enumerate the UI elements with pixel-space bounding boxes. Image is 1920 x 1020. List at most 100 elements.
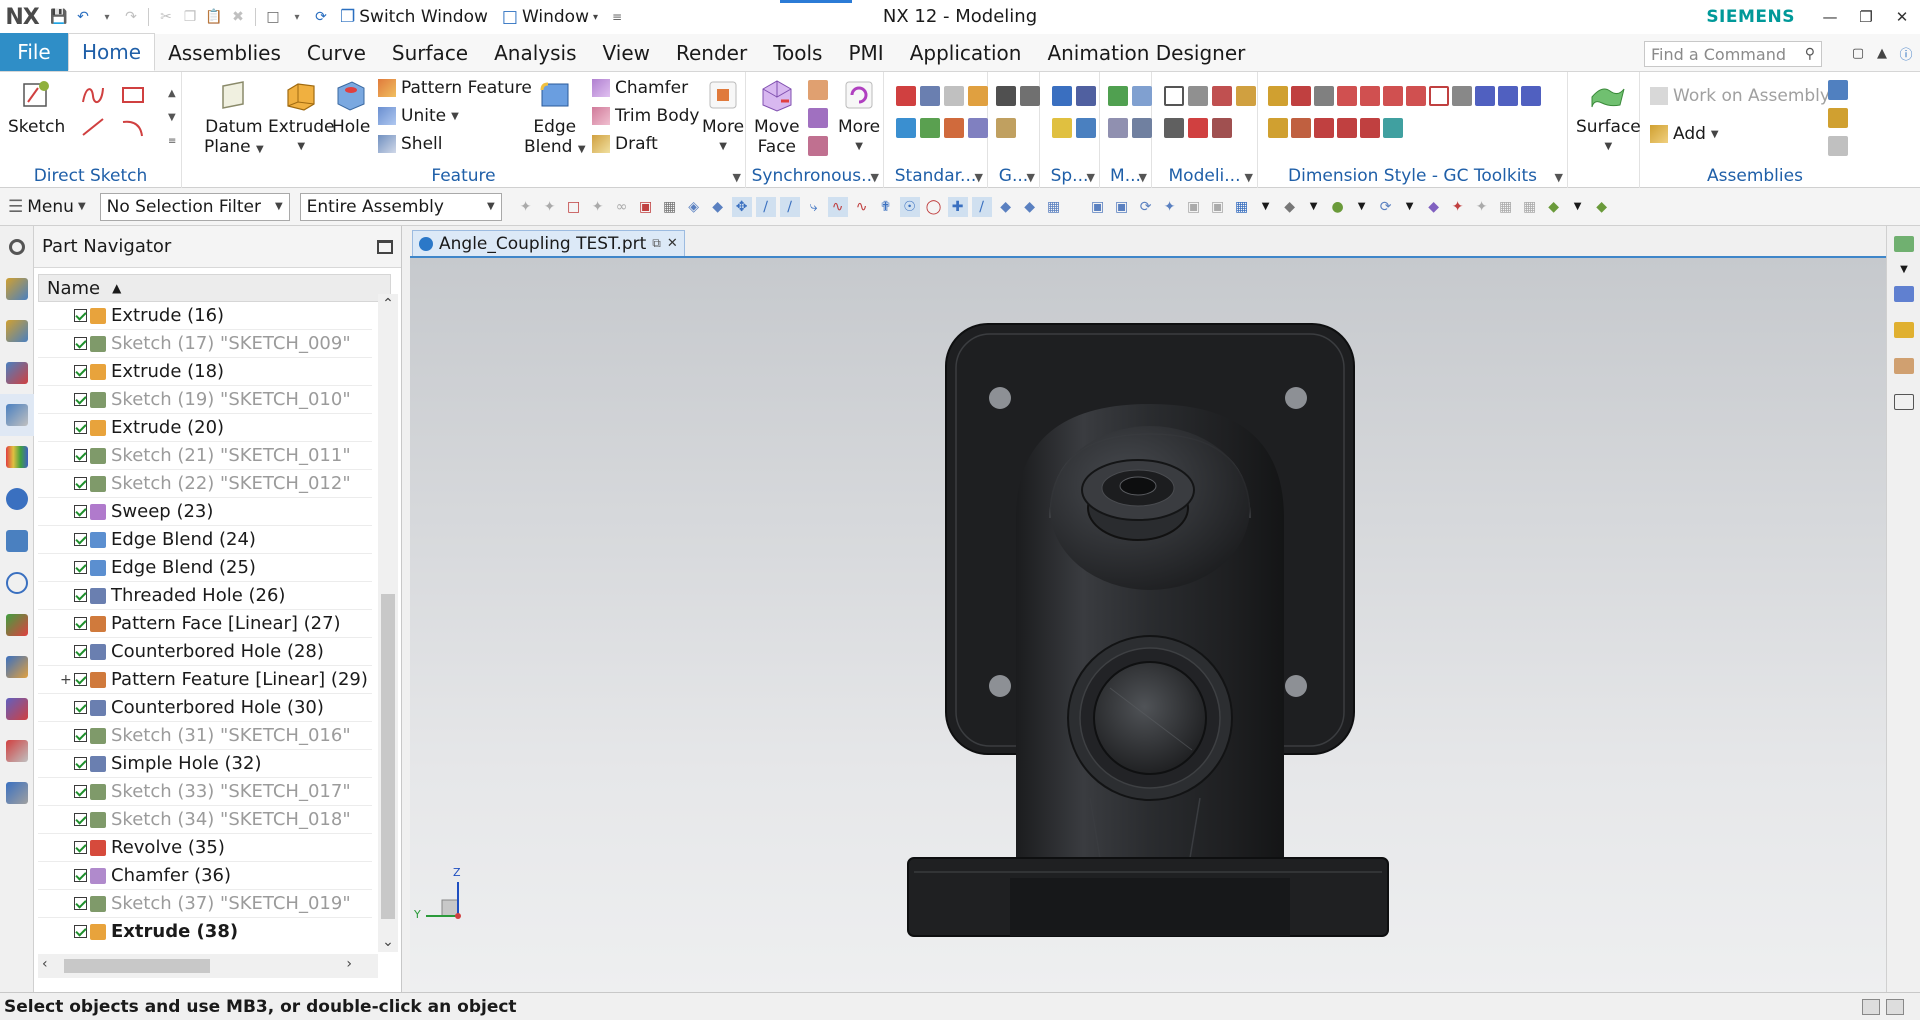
zoom-icon[interactable]: ▣	[1112, 197, 1132, 217]
modeling-tool-2-icon[interactable]	[1188, 86, 1208, 106]
select-lasso-icon[interactable]: ✦	[588, 197, 608, 217]
sp-tool-1-icon[interactable]	[1052, 86, 1072, 106]
view-shade-icon[interactable]	[1887, 312, 1920, 348]
snap-arc-center-icon[interactable]: ∿	[852, 197, 872, 217]
general-selection-icon[interactable]: ✦	[516, 197, 536, 217]
datum-plane-button[interactable]: Datum Plane ▼	[204, 76, 264, 160]
tab-tools[interactable]: Tools	[760, 35, 835, 71]
hd3d-tools-icon[interactable]	[0, 436, 34, 478]
vertical-scrollbar[interactable]: ⌃ ⌄	[378, 294, 398, 952]
dim-tool-2-icon[interactable]	[1291, 86, 1311, 106]
delete-face-icon[interactable]	[808, 80, 828, 100]
dim-tool-11-icon[interactable]	[1498, 86, 1518, 106]
tree-node[interactable]: Counterbored Hole (28)	[38, 638, 372, 666]
move-layer-icon[interactable]: ◆	[1592, 197, 1612, 217]
dim-tool-7-icon[interactable]	[1406, 86, 1426, 106]
snap-enable-icon[interactable]: ◈	[684, 197, 704, 217]
add-component-button[interactable]: Add ▼	[1650, 124, 1719, 144]
snap-center-icon[interactable]: ◯	[924, 197, 944, 217]
dim-tool-4-icon[interactable]	[1337, 86, 1357, 106]
group-dropdown-icon[interactable]: ▼	[1555, 171, 1563, 184]
assembly-tool-2-icon[interactable]	[1828, 108, 1848, 128]
part-navigator-icon[interactable]	[0, 352, 34, 394]
view-orient-icon[interactable]	[1887, 348, 1920, 384]
tab-file[interactable]: File	[0, 33, 68, 71]
draft-button[interactable]: Draft	[592, 134, 658, 154]
standard-tool-5-icon[interactable]	[896, 118, 916, 138]
snap-bounded-icon[interactable]: ▦	[1044, 197, 1064, 217]
snap-tangent-icon[interactable]: ✚	[947, 196, 968, 217]
chevron-down-icon[interactable]: ▼	[1304, 197, 1324, 217]
group-dropdown-icon[interactable]: ▼	[733, 171, 741, 184]
line-icon[interactable]	[80, 116, 106, 138]
edge-blend-button[interactable]: Edge Blend ▼	[524, 76, 586, 160]
chevron-down-icon[interactable]: ▼	[1400, 197, 1420, 217]
system-scenes-icon[interactable]	[0, 730, 34, 772]
visibility-checkbox[interactable]	[74, 701, 87, 714]
visibility-checkbox[interactable]	[74, 309, 87, 322]
dim-tool-5-icon[interactable]	[1360, 86, 1380, 106]
feature-more-button[interactable]: More ▼	[702, 76, 744, 157]
tree-node[interactable]: Extrude (20)	[38, 414, 372, 442]
dim-tool-6-icon[interactable]	[1383, 86, 1403, 106]
tree-node[interactable]: Extrude (16)	[38, 302, 372, 330]
minimize-ribbon-icon[interactable]: ▲	[1872, 42, 1892, 64]
roles-icon[interactable]	[0, 688, 34, 730]
dim-tool-15-icon[interactable]	[1314, 118, 1334, 138]
selection-filter-dropdown[interactable]: No Selection Filter ▼	[99, 192, 290, 221]
standard-tool-4-icon[interactable]	[968, 86, 988, 106]
tree-node[interactable]: Sketch (33) "SKETCH_017"	[38, 778, 372, 806]
trim-body-button[interactable]: Trim Body	[592, 106, 699, 126]
tree-node[interactable]: + Pattern Feature [Linear] (29)	[38, 666, 372, 694]
g-tool-1-icon[interactable]	[996, 86, 1016, 106]
visibility-checkbox[interactable]	[74, 869, 87, 882]
chamfer-button[interactable]: Chamfer	[592, 78, 688, 98]
tree-node[interactable]: Pattern Face [Linear] (27)	[38, 610, 372, 638]
replace-face-icon[interactable]	[808, 108, 828, 128]
view-fit-icon[interactable]: ▣	[1088, 197, 1108, 217]
web-browser-icon[interactable]	[0, 478, 34, 520]
window-menu-button[interactable]: □ Window ▾	[496, 7, 604, 27]
standard-tool-2-icon[interactable]	[920, 86, 940, 106]
tree-node[interactable]: Sketch (21) "SKETCH_011"	[38, 442, 372, 470]
group-dropdown-icon[interactable]: ▼	[871, 171, 879, 184]
tab-assemblies[interactable]: Assemblies	[155, 35, 294, 71]
move-face-button[interactable]: Move Face	[754, 76, 800, 157]
visibility-checkbox[interactable]	[74, 561, 87, 574]
view-section-icon[interactable]	[1887, 384, 1920, 420]
tab-home[interactable]: Home	[68, 33, 156, 71]
selection-scope-dropdown[interactable]: Entire Assembly ▼	[299, 192, 502, 221]
view-triad-icon[interactable]	[1887, 226, 1920, 262]
extrude-button[interactable]: Extrude ▼	[268, 76, 334, 157]
modeling-tool-7-icon[interactable]	[1212, 118, 1232, 138]
pan-icon[interactable]: ✦	[1160, 197, 1180, 217]
visibility-checkbox[interactable]	[74, 897, 87, 910]
tab-render[interactable]: Render	[663, 35, 760, 71]
touch-mode-dropdown-icon[interactable]: ▾	[286, 6, 308, 28]
status-icon-1[interactable]	[1862, 998, 1880, 1015]
sp-tool-3-icon[interactable]	[1052, 118, 1072, 138]
tree-node[interactable]: Sweep (23)	[38, 498, 372, 526]
pattern-feature-button[interactable]: Pattern Feature	[378, 78, 532, 98]
visibility-checkbox[interactable]	[74, 813, 87, 826]
assembly-tool-1-icon[interactable]	[1828, 80, 1848, 100]
minimize-icon[interactable]: —	[1812, 0, 1848, 34]
view-pan-icon[interactable]	[1887, 276, 1920, 312]
ribbon-options-icon[interactable]: ▢	[1848, 42, 1868, 64]
scroll-right-icon[interactable]: ›	[346, 956, 352, 972]
group-dropdown-icon[interactable]: ▼	[1027, 171, 1035, 184]
chevron-down-icon[interactable]: ▼	[1568, 197, 1588, 217]
dim-tool-16-icon[interactable]	[1337, 118, 1357, 138]
tab-surface[interactable]: Surface	[379, 35, 481, 71]
help-icon[interactable]: ⓘ	[1896, 42, 1916, 64]
analysis-display-icon[interactable]: ◆	[1424, 197, 1444, 217]
standard-tool-6-icon[interactable]	[920, 118, 940, 138]
snap-mid-point-icon[interactable]: ∕	[779, 196, 800, 217]
visibility-checkbox[interactable]	[74, 365, 87, 378]
layer-settings-icon[interactable]: ◆	[1544, 197, 1564, 217]
clipping-icon[interactable]: ◆	[1280, 197, 1300, 217]
tree-node[interactable]: Sketch (19) "SKETCH_010"	[38, 386, 372, 414]
modeling-tool-5-icon[interactable]	[1164, 118, 1184, 138]
visibility-checkbox[interactable]	[74, 925, 87, 938]
snap-intersection-icon[interactable]: ∿	[827, 196, 848, 217]
